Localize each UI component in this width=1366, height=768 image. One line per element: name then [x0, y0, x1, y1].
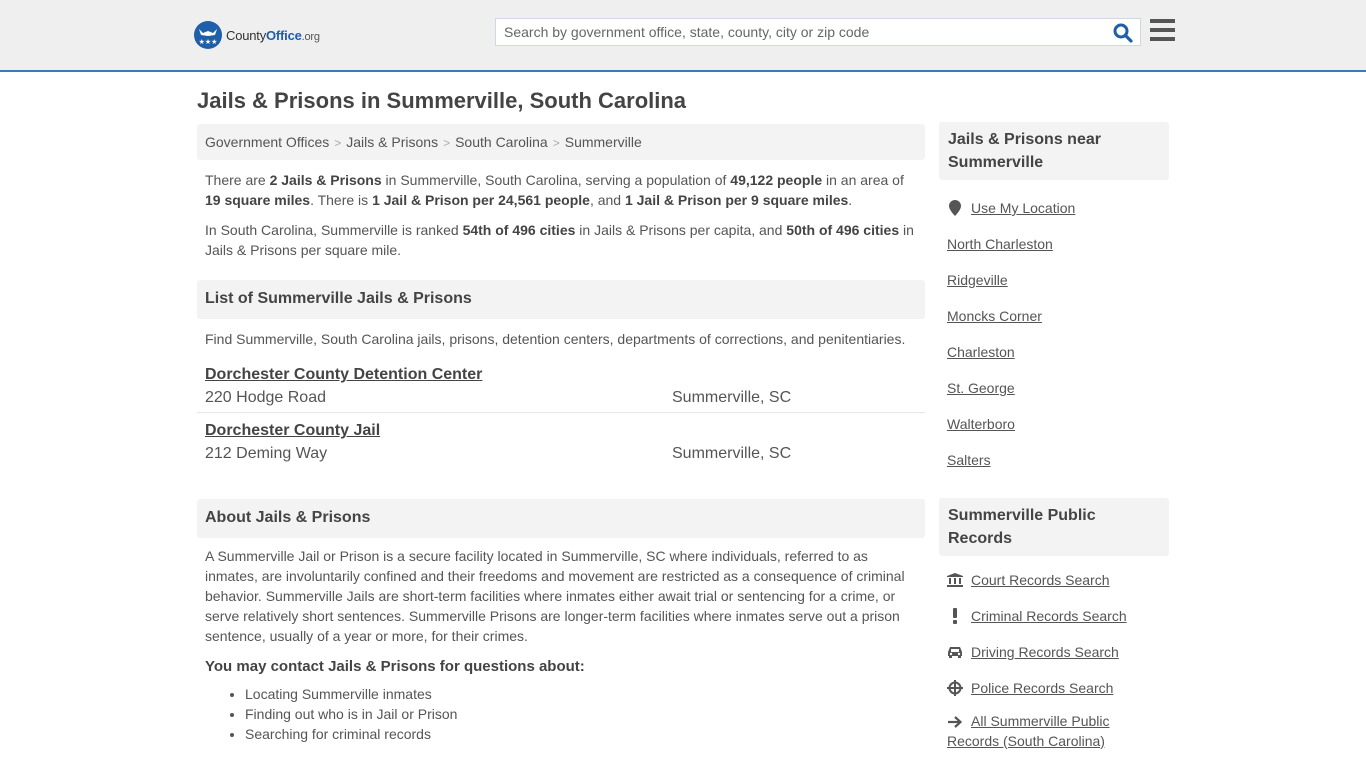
crosshair-icon — [947, 680, 963, 696]
menu-bar — [1150, 37, 1175, 41]
search-box — [495, 18, 1141, 46]
courthouse-icon — [947, 572, 963, 588]
breadcrumb-south-carolina[interactable]: South Carolina — [455, 134, 548, 150]
nearby-city-link[interactable]: Salters — [947, 452, 991, 468]
search-input[interactable] — [496, 19, 1106, 45]
criminal-records-link[interactable]: Criminal Records Search — [971, 608, 1127, 624]
records-link-item: All Summerville Public Records (South Ca… — [947, 706, 1161, 751]
records-link-item: Driving Records Search — [947, 634, 1161, 670]
site-logo[interactable]: ★★★ CountyOffice.org — [194, 21, 320, 49]
records-link-item: Court Records Search — [947, 562, 1161, 598]
nearby-city-link[interactable]: Moncks Corner — [947, 308, 1042, 324]
nearby-cities-list: Use My Location North Charleston Ridgevi… — [939, 190, 1169, 478]
search-button[interactable] — [1112, 22, 1134, 44]
nearby-city-link[interactable]: Ridgeville — [947, 272, 1008, 288]
facility-list: Dorchester County Detention Center 220 H… — [197, 357, 925, 469]
about-heading: About Jails & Prisons — [197, 499, 925, 538]
logo-county: County — [226, 27, 266, 43]
breadcrumb-jails-prisons[interactable]: Jails & Prisons — [346, 134, 438, 150]
text: There are — [205, 172, 270, 188]
facility-name-link[interactable]: Dorchester County Jail — [205, 421, 380, 441]
per-area-highlight: 1 Jail & Prison per 9 square miles — [624, 192, 849, 208]
use-my-location: Use My Location — [947, 190, 1161, 226]
text: . — [848, 192, 853, 208]
list-heading: List of Summerville Jails & Prisons — [197, 280, 925, 319]
contact-item: Searching for criminal records — [245, 724, 925, 744]
nearby-city-link[interactable]: Charleston — [947, 344, 1015, 360]
text: in Summerville, South Carolina, serving … — [381, 172, 731, 188]
area-highlight: 19 square miles — [205, 192, 311, 208]
exclamation-icon — [947, 608, 963, 624]
contact-item: Locating Summerville inmates — [245, 684, 925, 704]
arrow-right-icon — [947, 714, 963, 730]
records-heading: Summerville Public Records — [939, 498, 1169, 556]
breadcrumb-government-offices[interactable]: Government Offices — [205, 134, 329, 150]
facility-name-link[interactable]: Dorchester County Detention Center — [205, 365, 482, 385]
nearby-city-link[interactable]: St. George — [947, 380, 1015, 396]
nearby-city-link[interactable]: Walterboro — [947, 416, 1015, 432]
facility-city: Summerville, SC — [672, 445, 792, 462]
nearby-city: St. George — [947, 370, 1161, 406]
list-item: Dorchester County Detention Center 220 H… — [197, 357, 925, 413]
records-link-item: Police Records Search — [947, 670, 1161, 706]
all-public-records-link[interactable]: All Summerville Public Records (South Ca… — [947, 713, 1109, 749]
summary-paragraph: There are 2 Jails & Prisons in Summervil… — [197, 170, 925, 210]
contact-list: Locating Summerville inmates Finding out… — [197, 684, 925, 744]
logo-office: Office — [266, 27, 302, 43]
text: . There is — [310, 192, 373, 208]
contact-heading: You may contact Jails & Prisons for ques… — [205, 658, 585, 675]
nearby-city: Salters — [947, 442, 1161, 478]
text: in Jails & Prisons per capita, and — [575, 222, 787, 238]
ranking-paragraph: In South Carolina, Summerville is ranked… — [197, 220, 925, 260]
breadcrumb-separator: > — [443, 136, 451, 150]
contact-item: Finding out who is in Jail or Prison — [245, 704, 925, 724]
text: in an area of — [822, 172, 904, 188]
capita-rank-highlight: 54th of 496 cities — [462, 222, 576, 238]
breadcrumb-summerville[interactable]: Summerville — [565, 134, 642, 150]
nearby-city: Charleston — [947, 334, 1161, 370]
public-records-list: Court Records Search Criminal Records Se… — [939, 562, 1169, 751]
site-header: ★★★ CountyOffice.org — [0, 0, 1366, 72]
breadcrumb-separator: > — [552, 136, 560, 150]
search-icon — [1113, 23, 1133, 43]
nearby-city: Moncks Corner — [947, 298, 1161, 334]
car-icon — [947, 644, 963, 660]
logo-wordmark: CountyOffice.org — [226, 28, 320, 43]
per-people-highlight: 1 Jail & Prison per 24,561 people — [372, 192, 590, 208]
records-link-item: Criminal Records Search — [947, 598, 1161, 634]
logo-org: .org — [301, 30, 320, 43]
about-text: A Summerville Jail or Prison is a secure… — [205, 548, 905, 644]
nearby-city: Walterboro — [947, 406, 1161, 442]
population-highlight: 49,122 people — [730, 172, 823, 188]
svg-text:★★★: ★★★ — [199, 38, 218, 46]
hamburger-menu-icon[interactable] — [1150, 19, 1175, 43]
count-highlight: 2 Jails & Prisons — [269, 172, 382, 188]
facility-city: Summerville, SC — [672, 389, 792, 406]
list-item: Dorchester County Jail 212 Deming Way Su… — [197, 413, 925, 469]
use-my-location-link[interactable]: Use My Location — [971, 200, 1075, 216]
area-rank-highlight: 50th of 496 cities — [786, 222, 900, 238]
facility-address: 220 Hodge Road — [205, 389, 326, 406]
text: In South Carolina, Summerville is ranked — [205, 222, 463, 238]
eagle-stars-icon: ★★★ — [194, 21, 222, 49]
court-records-link[interactable]: Court Records Search — [971, 572, 1110, 588]
breadcrumb-separator: > — [334, 136, 342, 150]
map-marker-icon — [947, 200, 963, 216]
menu-bar — [1150, 28, 1175, 32]
main-content: Government Offices > Jails & Prisons > South… — [197, 124, 925, 744]
police-records-link[interactable]: Police Records Search — [971, 680, 1113, 696]
nearby-city: Ridgeville — [947, 262, 1161, 298]
page-title: Jails & Prisons in Summerville, South Ca… — [197, 88, 687, 113]
driving-records-link[interactable]: Driving Records Search — [971, 644, 1119, 660]
text: , and — [589, 192, 625, 208]
sidebar: Jails & Prisons near Summerville Use My … — [939, 122, 1169, 751]
nearby-city: North Charleston — [947, 226, 1161, 262]
breadcrumb: Government Offices > Jails & Prisons > South… — [197, 124, 925, 160]
menu-bar — [1150, 19, 1175, 23]
nearby-city-link[interactable]: North Charleston — [947, 236, 1053, 252]
list-intro: Find Summerville, South Carolina jails, … — [205, 331, 906, 347]
near-heading: Jails & Prisons near Summerville — [939, 122, 1169, 180]
facility-address: 212 Deming Way — [205, 445, 328, 462]
